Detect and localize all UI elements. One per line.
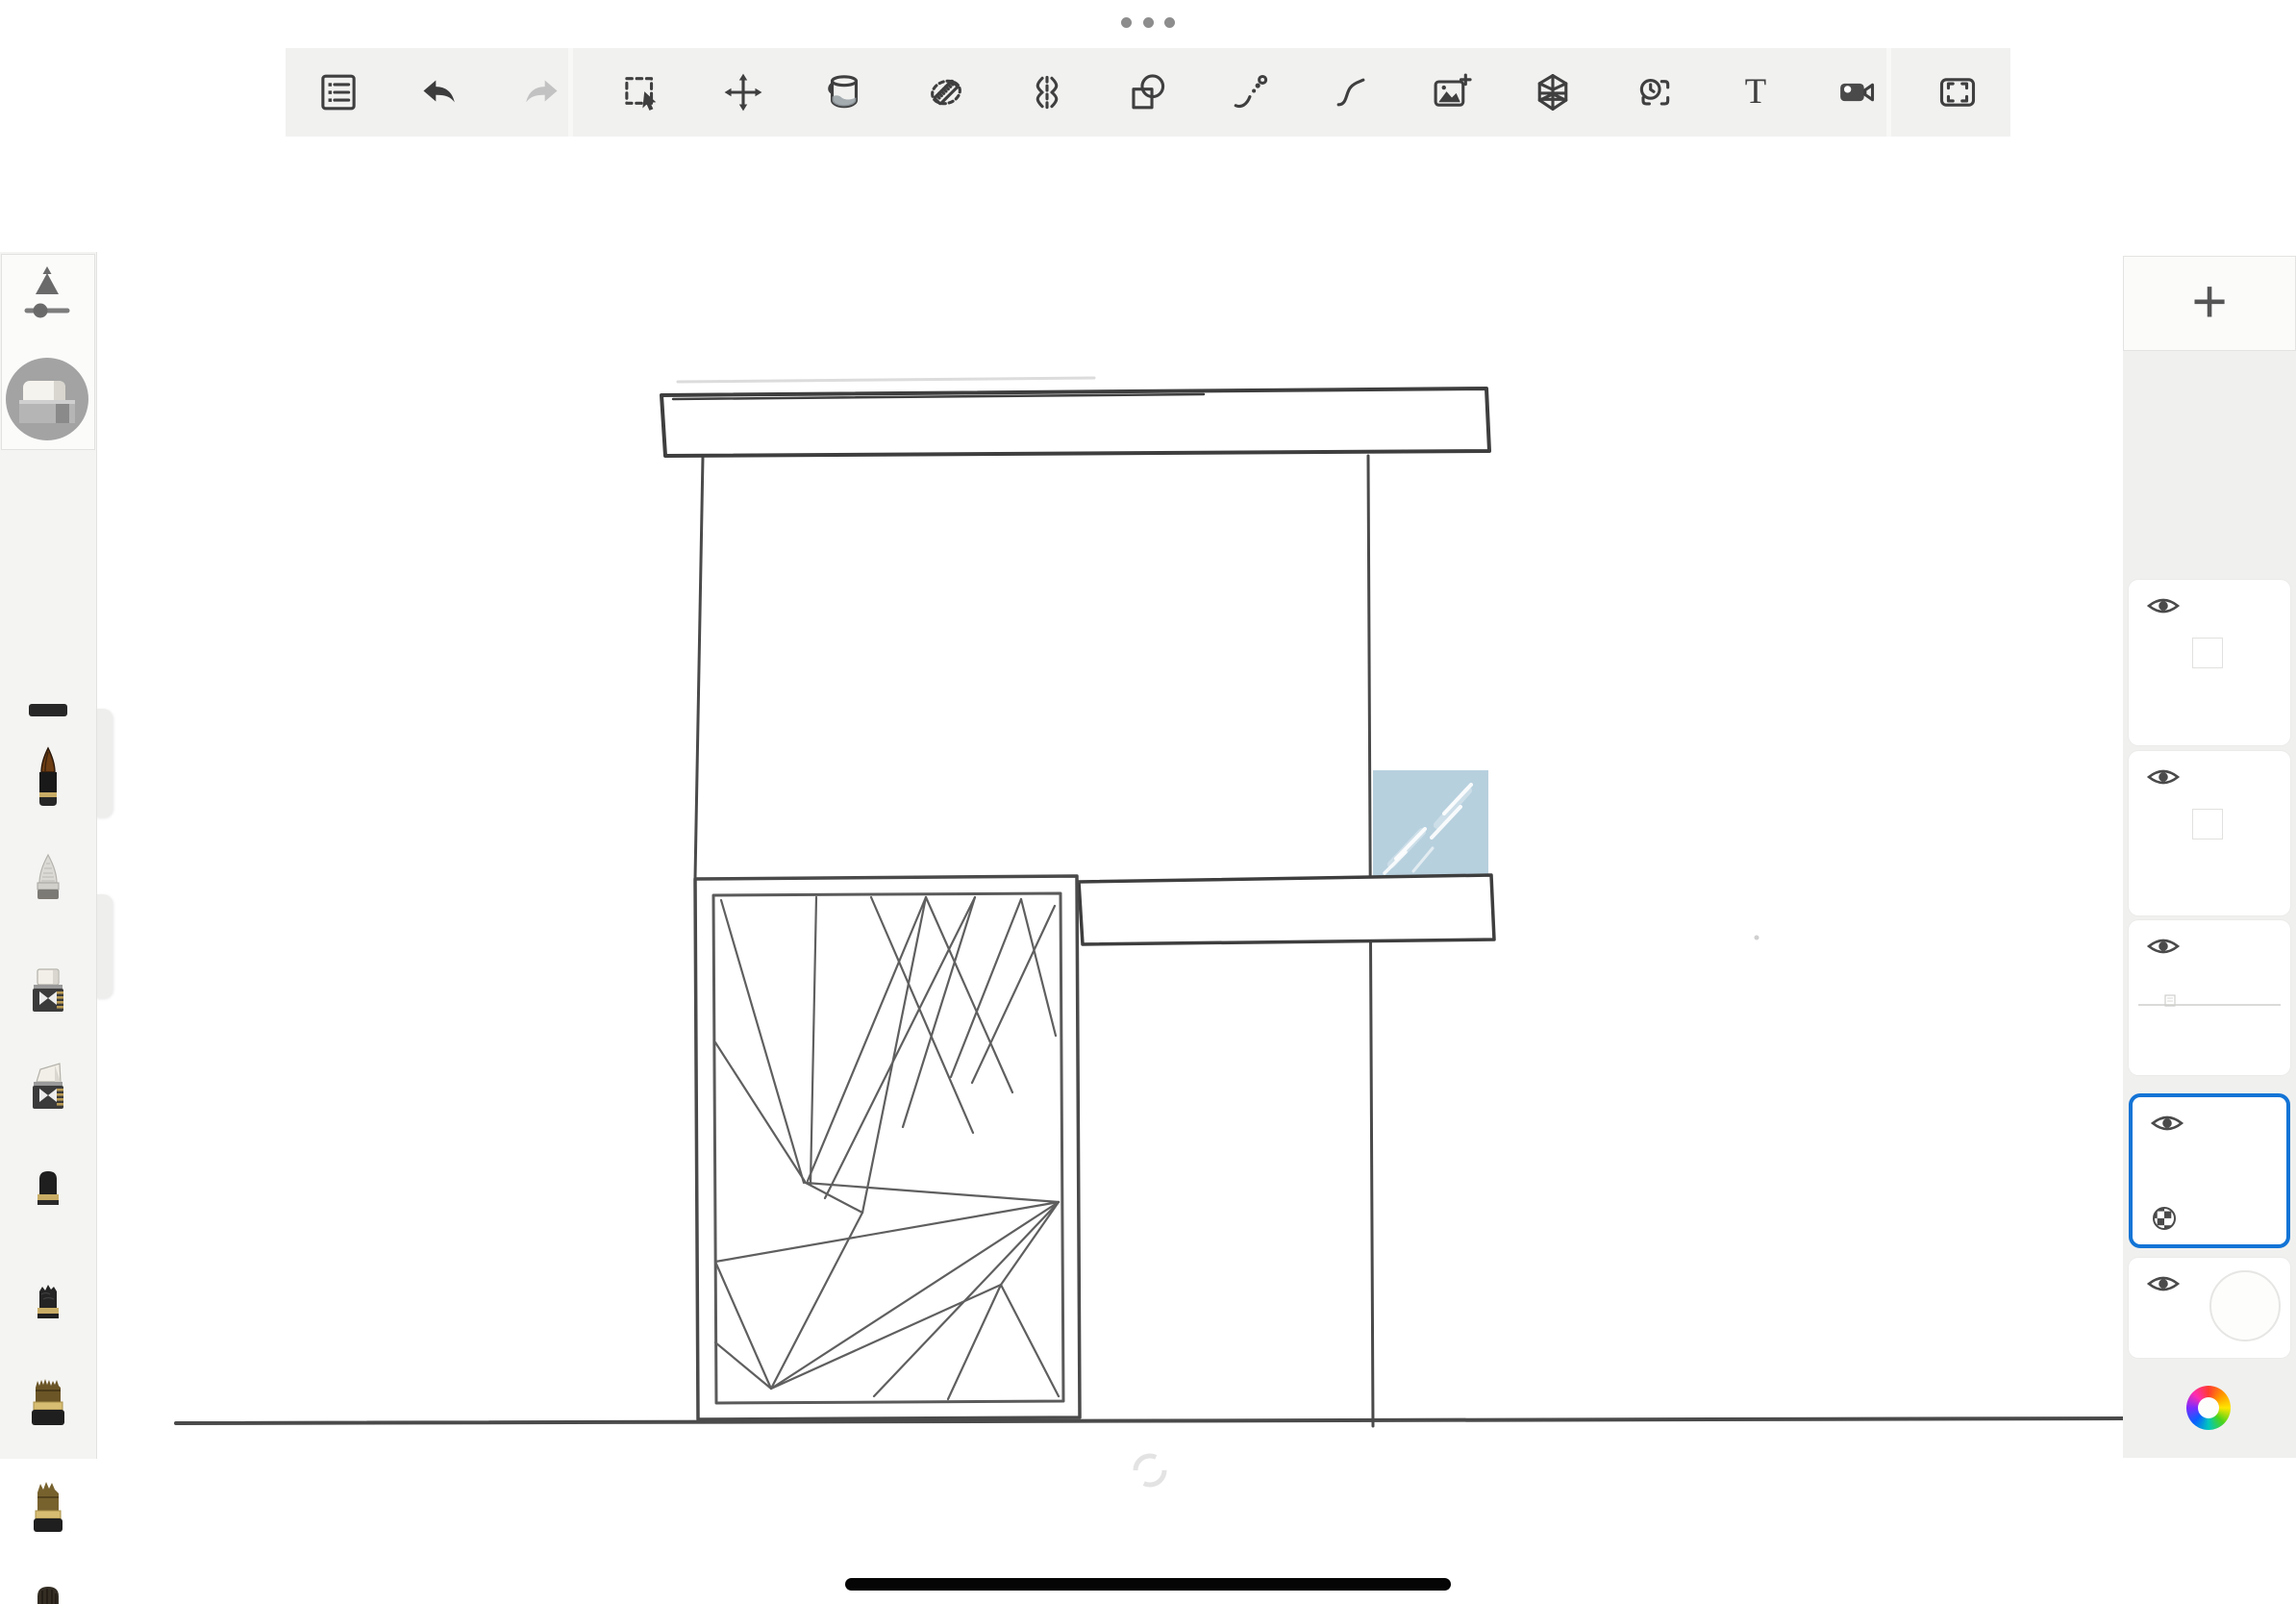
- eraser-tool[interactable]: [6, 358, 88, 440]
- insert-image-button[interactable]: [1424, 59, 1480, 126]
- multitask-indicator: [1121, 16, 1175, 28]
- layer-visibility-eye-icon[interactable]: [2146, 934, 2181, 959]
- round-brush-icon: [21, 1480, 75, 1561]
- sidebar-handle[interactable]: [96, 709, 112, 817]
- sketch-stroke: [713, 893, 1063, 1403]
- shapes-button[interactable]: [1120, 59, 1176, 126]
- smooth-stroke-button[interactable]: [1323, 59, 1379, 126]
- paper-color-thumbnail: [2209, 1270, 2281, 1341]
- layer-visibility-eye-icon[interactable]: [2146, 1271, 2181, 1296]
- add-layer-label: +: [2191, 272, 2227, 330]
- undo-icon: [418, 71, 461, 113]
- flat-brush-tool[interactable]: [21, 1377, 75, 1463]
- rectangle-select-icon: [621, 71, 663, 113]
- angled-marker-tool[interactable]: [21, 1062, 75, 1147]
- redo-button[interactable]: [513, 59, 569, 126]
- charcoal-tool[interactable]: [21, 1281, 75, 1357]
- sketch-stroke: [176, 1418, 2123, 1423]
- menu-button[interactable]: [311, 59, 366, 126]
- record-video-icon: [1835, 71, 1878, 113]
- toolbar-divider: [1886, 48, 1891, 137]
- layer-thumbnail: [2192, 638, 2223, 668]
- text-button[interactable]: T: [1728, 59, 1784, 126]
- flat-brush-icon: [21, 1377, 75, 1458]
- charcoal-icon: [21, 1281, 75, 1352]
- sketch-stroke: [695, 456, 703, 878]
- add-layer-button[interactable]: +: [2123, 256, 2296, 351]
- text-icon: T: [1734, 71, 1777, 113]
- move-button[interactable]: [715, 59, 771, 126]
- layer-thumbnail: [2134, 993, 2284, 1013]
- layer-card[interactable]: [2129, 1258, 2290, 1358]
- ink-pen-tool[interactable]: [21, 746, 75, 832]
- blending-stump-icon: [21, 852, 75, 933]
- rotate-reset-icon: [1136, 1456, 1164, 1485]
- timelapse-icon: [1633, 71, 1675, 113]
- sketch-stroke: [1079, 875, 1494, 944]
- layer-card[interactable]: [2129, 751, 2290, 915]
- sketch-app-window: T: [0, 0, 2296, 1604]
- layer-card[interactable]: [2129, 1093, 2290, 1248]
- fullscreen-button[interactable]: [1930, 59, 1985, 126]
- edit-path-points-icon: [1228, 71, 1270, 113]
- fill-bucket-icon: [823, 71, 865, 113]
- shapes-icon: [1127, 71, 1169, 113]
- perspective-guides-icon: [1532, 71, 1574, 113]
- felt-pen-tool[interactable]: [21, 1167, 75, 1243]
- symmetry-button[interactable]: [1019, 59, 1075, 126]
- layer-card[interactable]: [2129, 920, 2290, 1075]
- hidden-tool-tip[interactable]: [29, 704, 83, 722]
- layer-visibility-eye-icon[interactable]: [2150, 1111, 2184, 1136]
- menu-list-icon: [317, 71, 360, 113]
- layer-thumbnail: [2192, 809, 2223, 840]
- undo-button[interactable]: [412, 59, 467, 126]
- ink-pen-icon: [21, 746, 75, 827]
- edit-path-button[interactable]: [1221, 59, 1277, 126]
- sidebar-handle[interactable]: [96, 894, 112, 998]
- color-wheel-button[interactable]: [2186, 1386, 2231, 1430]
- redo-icon: [520, 71, 562, 113]
- layer-visibility-eye-icon[interactable]: [2146, 764, 2181, 789]
- stray-mark: [1755, 936, 1759, 940]
- smudge-brush-tool[interactable]: [21, 1585, 75, 1604]
- blending-stump-tool[interactable]: [21, 852, 75, 938]
- felt-pen-icon: [21, 1167, 75, 1239]
- smooth-stroke-icon: [1330, 71, 1372, 113]
- transparency-lock-icon[interactable]: [2152, 1206, 2177, 1231]
- insert-image-icon: [1431, 71, 1473, 113]
- drawing-canvas[interactable]: [0, 0, 2296, 1604]
- timelapse-button[interactable]: [1626, 59, 1682, 126]
- layer-card[interactable]: [2129, 580, 2290, 745]
- round-brush-tool[interactable]: [21, 1480, 75, 1566]
- smudge-brush-icon: [21, 1585, 75, 1604]
- select-button[interactable]: [614, 59, 670, 126]
- home-indicator[interactable]: [845, 1578, 1451, 1591]
- record-button[interactable]: [1829, 59, 1884, 126]
- flat-marker-icon: [21, 965, 75, 1046]
- svg-text:T: T: [1744, 71, 1765, 111]
- layer-visibility-eye-icon[interactable]: [2146, 593, 2181, 618]
- brush-sidebar: [0, 252, 97, 1459]
- ruler-button[interactable]: [918, 59, 974, 126]
- symmetry-icon: [1026, 71, 1068, 113]
- toolbar-divider: [568, 48, 573, 137]
- move-icon: [722, 71, 764, 113]
- brush-size-slider[interactable]: [6, 265, 88, 333]
- perspective-button[interactable]: [1525, 59, 1581, 126]
- angled-marker-icon: [21, 1062, 75, 1142]
- fill-button[interactable]: [816, 59, 872, 126]
- sketch-stroke: [678, 378, 1094, 382]
- eraser-icon: [6, 358, 88, 440]
- top-toolbar: T: [286, 48, 2010, 137]
- flat-marker-tool[interactable]: [21, 965, 75, 1051]
- ruler-icon: [925, 71, 967, 113]
- fullscreen-icon: [1936, 71, 1979, 113]
